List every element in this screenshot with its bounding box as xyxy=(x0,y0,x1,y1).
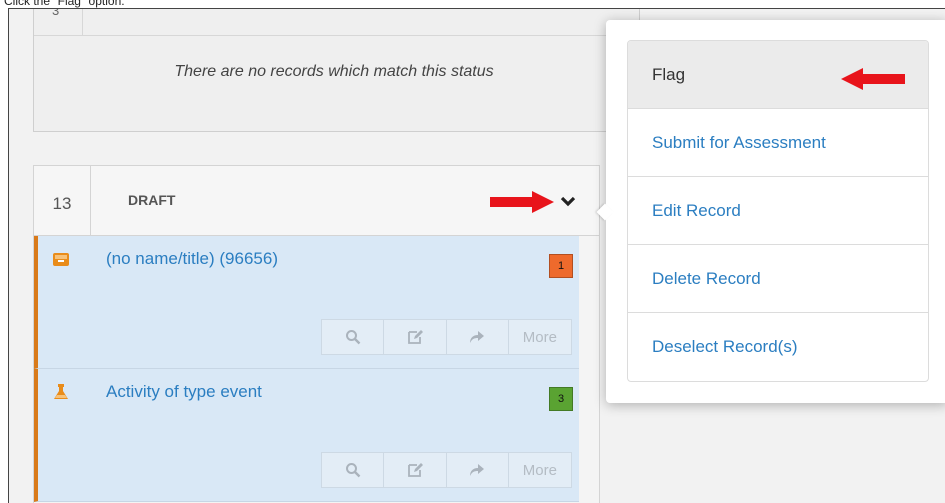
view-button[interactable] xyxy=(321,452,384,488)
menu-item-edit-record[interactable]: Edit Record xyxy=(628,177,928,245)
share-arrow-icon xyxy=(470,331,485,343)
annotation-arrow-right xyxy=(490,191,554,213)
record-row[interactable]: (no name/title) (96656) 1 More xyxy=(34,236,579,369)
search-icon xyxy=(345,463,360,478)
view-button[interactable] xyxy=(321,319,384,355)
share-arrow-icon xyxy=(470,464,485,476)
search-icon xyxy=(345,330,360,345)
menu-item-label: Delete Record xyxy=(652,268,761,288)
menu-item-delete-record[interactable]: Delete Record xyxy=(628,245,928,313)
menu-item-label: Deselect Record(s) xyxy=(652,337,798,356)
edit-button[interactable] xyxy=(383,319,446,355)
record-title[interactable]: (no name/title) (96656) xyxy=(106,249,278,269)
cut-header-row: 3 xyxy=(34,8,639,36)
more-button[interactable]: More xyxy=(507,319,572,355)
menu-item-flag[interactable]: Flag xyxy=(628,41,928,109)
record-badge: 3 xyxy=(549,387,573,411)
edit-icon xyxy=(407,463,423,477)
empty-status-message: There are no records which match this st… xyxy=(174,63,494,80)
share-button[interactable] xyxy=(445,319,508,355)
record-actions: More xyxy=(321,319,572,355)
more-button[interactable]: More xyxy=(507,452,572,488)
menu-item-label: Submit for Assessment xyxy=(652,132,826,152)
edit-button[interactable] xyxy=(383,452,446,488)
instruction-caption: Click the "Flag" option. xyxy=(4,0,125,8)
dropdown-menu-list: Flag Submit for Assessment Edit Record D… xyxy=(627,40,929,382)
share-button[interactable] xyxy=(445,452,508,488)
record-options-dropdown: Flag Submit for Assessment Edit Record D… xyxy=(596,20,945,403)
draft-section-header: 13 DRAFT xyxy=(34,166,599,236)
menu-item-label: Flag xyxy=(652,64,686,84)
draft-section: 13 DRAFT (no name/title) (96656) 1 More … xyxy=(33,165,600,503)
app-frame: 3 There are no records which match this … xyxy=(8,8,945,503)
edit-icon xyxy=(407,330,423,344)
draft-title: DRAFT xyxy=(128,192,176,208)
menu-item-deselect-records[interactable]: Deselect Record(s) xyxy=(628,313,928,381)
record-badge: 1 xyxy=(549,254,573,278)
inbox-tray-icon xyxy=(53,253,69,266)
empty-status-panel: 3 There are no records which match this … xyxy=(33,8,640,132)
chevron-down-icon[interactable] xyxy=(560,193,576,209)
draft-count: 13 xyxy=(34,166,91,235)
record-row[interactable]: Activity of type event 3 More xyxy=(34,369,579,502)
record-title[interactable]: Activity of type event xyxy=(106,382,262,402)
cut-count: 3 xyxy=(52,8,60,18)
menu-item-submit-for-assessment[interactable]: Submit for Assessment xyxy=(628,109,928,177)
flask-icon xyxy=(54,384,68,399)
annotation-arrow-left xyxy=(841,68,905,90)
menu-item-label: Edit Record xyxy=(652,200,741,220)
cut-divider xyxy=(82,9,83,35)
record-actions: More xyxy=(321,452,572,488)
